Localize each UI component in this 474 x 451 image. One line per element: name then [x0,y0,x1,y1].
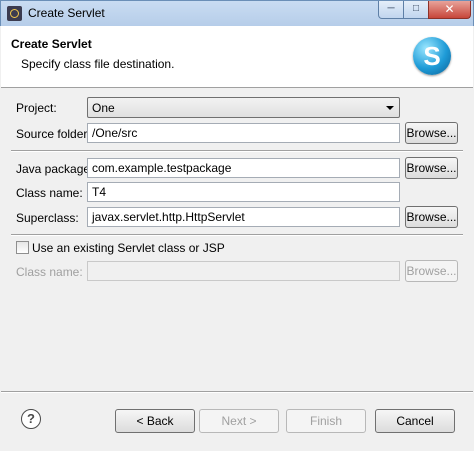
maximize-button[interactable]: □ [403,1,429,19]
project-label: Project: [16,101,57,115]
project-select[interactable]: One [87,97,400,118]
eclipse-icon [7,6,22,21]
superclass-browse-button[interactable]: Browse... [405,206,458,228]
title-bar[interactable]: Create Servlet ─ □ ✕ [0,0,474,26]
existing-class-browse-button: Browse... [405,260,458,282]
java-package-label: Java package: [16,162,94,176]
back-button[interactable]: < Back [115,409,195,433]
existing-class-name-label: Class name: [16,265,83,279]
divider [11,234,463,236]
page-title: Create Servlet [11,37,92,51]
class-name-label: Class name: [16,186,83,200]
source-folder-browse-button[interactable]: Browse... [405,122,458,144]
source-folder-label: Source folder: [16,127,91,141]
servlet-logo-icon: S [413,37,451,75]
use-existing-checkbox[interactable] [16,241,29,254]
source-folder-input[interactable]: /One/src [87,123,400,143]
superclass-label: Superclass: [16,211,79,225]
finish-button: Finish [286,409,366,433]
use-existing-label[interactable]: Use an existing Servlet class or JSP [32,241,225,255]
next-button: Next > [199,409,279,433]
class-name-input[interactable]: T4 [87,182,400,202]
wizard-footer: ? < Back Next > Finish Cancel [1,393,473,451]
java-package-input[interactable]: com.example.testpackage [87,158,400,178]
close-button[interactable]: ✕ [428,1,471,19]
help-icon[interactable]: ? [21,409,41,429]
window-title: Create Servlet [28,6,105,20]
page-description: Specify class file destination. [21,57,175,71]
superclass-input[interactable]: javax.servlet.http.HttpServlet [87,207,400,227]
minimize-button[interactable]: ─ [378,1,404,19]
java-package-browse-button[interactable]: Browse... [405,157,458,179]
wizard-body: Project: One Source folder: /One/src Bro… [1,89,473,391]
project-value: One [92,101,115,115]
existing-class-name-input [87,261,400,281]
divider [11,150,463,152]
chevron-down-icon [386,106,394,110]
cancel-button[interactable]: Cancel [375,409,455,433]
wizard-header: Create Servlet Specify class file destin… [1,26,473,88]
